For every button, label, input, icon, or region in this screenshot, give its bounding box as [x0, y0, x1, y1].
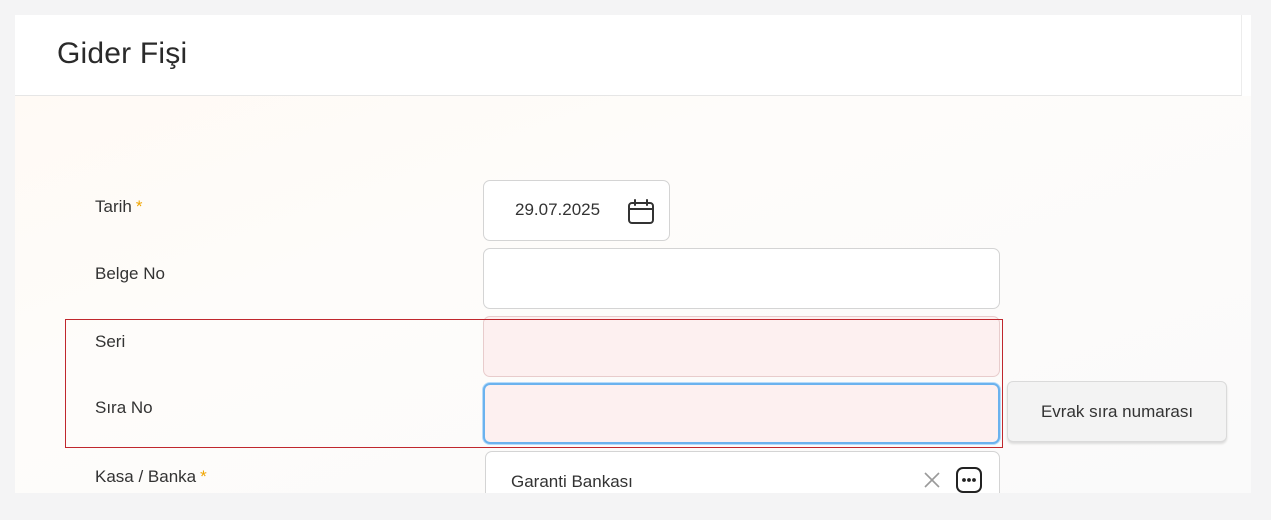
- tarih-label: Tarih *: [95, 197, 142, 217]
- kasa-banka-value: Garanti Bankası: [511, 472, 633, 491]
- sira-no-input[interactable]: [483, 383, 1000, 444]
- seri-label: Seri: [95, 332, 126, 351]
- required-mark: *: [135, 197, 143, 216]
- kasa-banka-label: Kasa / Banka *: [95, 467, 207, 487]
- belge-no-label: Belge No: [95, 264, 165, 283]
- page-title: Gider Fişi: [57, 37, 188, 70]
- form-body: Tarih * 29.07.2025 Belge No Seri Sıra No …: [15, 96, 1251, 493]
- evrak-sira-numarasi-button[interactable]: Evrak sıra numarası: [1007, 381, 1227, 442]
- ellipsis-icon[interactable]: [955, 466, 983, 493]
- seri-input[interactable]: [483, 316, 1000, 377]
- tarih-value: 29.07.2025: [515, 200, 601, 219]
- tarih-label-text: Tarih: [95, 197, 132, 216]
- tarih-date-field[interactable]: 29.07.2025: [483, 180, 670, 241]
- calendar-icon[interactable]: [627, 198, 655, 226]
- close-icon[interactable]: [921, 469, 943, 491]
- card-header: Gider Fişi: [15, 15, 1242, 96]
- kasa-banka-lookup-field[interactable]: Garanti Bankası: [485, 451, 1000, 493]
- required-mark: *: [200, 467, 207, 486]
- sira-no-label: Sıra No: [95, 398, 153, 417]
- form-card: Gider Fişi Tarih * 29.07.2025 Belge No Se…: [15, 15, 1251, 493]
- belge-no-input[interactable]: [483, 248, 1000, 309]
- kasa-banka-label-text: Kasa / Banka: [95, 467, 197, 486]
